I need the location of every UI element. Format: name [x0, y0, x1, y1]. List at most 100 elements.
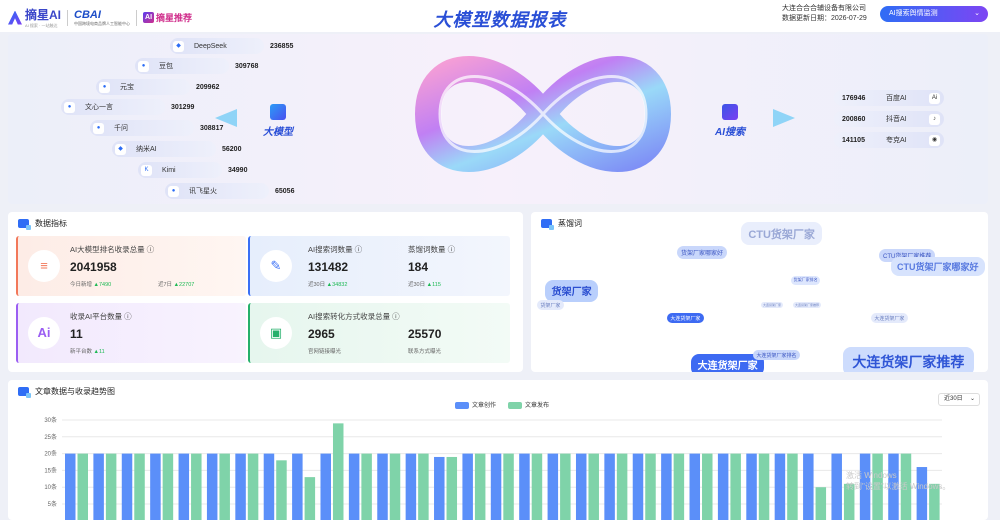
- company-name: 大连合合合辅设备有限公司: [782, 5, 866, 12]
- legend-swatch: [455, 401, 469, 409]
- sub-value: 34832: [332, 282, 348, 288]
- model-count: 34990: [228, 166, 248, 174]
- metric-card-search-words[interactable]: ✎ AI搜索词数量 ⓘ 131482 近30日 ▲34832 蒸馏词数量 ⓘ 1…: [248, 236, 510, 296]
- metric-sub: 近30日 ▲115: [408, 280, 441, 288]
- sub-value: 22707: [179, 282, 195, 288]
- model-name: 纳米AI: [136, 146, 157, 153]
- panel-icon: [18, 387, 31, 398]
- sub-label: 近30日: [408, 282, 426, 288]
- ai-badge-icon: Ai: [28, 317, 60, 349]
- metric-label: 收录AI平台数量 ⓘ: [70, 312, 132, 321]
- document-stack-icon: ≡: [28, 250, 60, 282]
- model-count: 309768: [235, 62, 259, 70]
- metric-label: AI搜索词数量 ⓘ: [308, 245, 363, 254]
- metrics-panel: 数据指标 ≡ AI大模型排名收录总量 ⓘ 2041958 今日新增 ▲7490 …: [8, 212, 523, 372]
- metric-value-2: 25570: [408, 327, 442, 341]
- legend-label: 文章创作: [472, 403, 497, 409]
- platform-count: 200860: [842, 115, 866, 123]
- metric-card-platforms[interactable]: Ai 收录AI平台数量 ⓘ 11 新平台数 ▲11: [16, 303, 246, 363]
- range-select-value: 近30日: [944, 396, 963, 402]
- metric-sub: 今日新增 ▲7490: [70, 280, 111, 288]
- hero-banner: ◆ DeepSeek 236855 ● 豆包 309768 ● 元宝 209962 ● 文心一言 30…: [8, 34, 988, 204]
- model-pill[interactable]: ● 文心一言 301299: [61, 99, 194, 115]
- platform-logo-icon: Ai: [929, 92, 940, 104]
- platform-name: 百度AI: [886, 95, 907, 102]
- update-date: 数据更新日期：2026-07-29: [782, 15, 867, 22]
- chevron-down-icon: ⌄: [969, 396, 975, 402]
- platform-name: 夸克AI: [886, 137, 907, 144]
- company-info: 大连合合合辅设备有限公司 数据更新日期：2026-07-29: [782, 4, 867, 24]
- model-name: Kimi: [162, 166, 176, 174]
- panel-icon: [18, 219, 31, 230]
- model-pill[interactable]: ● 豆包 309768: [135, 58, 258, 74]
- chart-legend: 文章创作 文章发布: [455, 400, 549, 409]
- sub-label: 近30日: [308, 282, 326, 288]
- ai-monitor-dropdown[interactable]: AI搜索舆情监测 ⌄: [880, 6, 988, 22]
- legend-item-series-2[interactable]: 文章发布: [508, 400, 549, 409]
- edit-pen-icon: ✎: [260, 250, 292, 282]
- metric-value: 2041958: [70, 260, 117, 274]
- platform-count: 141105: [842, 136, 865, 144]
- ai-search-icon: [722, 104, 738, 120]
- search-platform-pill[interactable]: 200860 抖音AI ♪: [834, 111, 944, 127]
- keyword-tag[interactable]: 大连货架厂家推荐: [843, 347, 974, 372]
- metric-sub: 近7日 ▲22707: [158, 280, 194, 288]
- keyword-tag[interactable]: 大连货架厂家: [761, 302, 784, 308]
- metric-card-conversion[interactable]: ▣ AI搜索转化方式收录总量 ⓘ 2965 官网链接曝光 25570 联系方式曝…: [248, 303, 510, 363]
- model-pill[interactable]: ● 元宝 209962: [96, 79, 219, 95]
- keyword-tag[interactable]: 大连货架厂家: [871, 313, 908, 324]
- metric-sub: 官网链接曝光: [308, 349, 342, 355]
- llm-label: 大模型: [256, 104, 300, 138]
- keyword-tag[interactable]: 货架厂家哪家好: [677, 246, 728, 259]
- keyword-tag[interactable]: 货架厂家: [537, 300, 564, 311]
- trend-panel-title: 文章数据与收录趋势图: [18, 386, 115, 398]
- metric-value: 2965: [308, 327, 335, 341]
- ai-search-label-text: AI搜索: [715, 127, 745, 138]
- keyword-tag[interactable]: CTU货架厂家哪家好: [891, 257, 985, 276]
- keyword-tag[interactable]: 大连货架厂家排名: [753, 350, 800, 361]
- model-logo-icon: ◆: [115, 143, 126, 155]
- model-logo-icon: ◆: [173, 40, 184, 52]
- keyword-tag[interactable]: 货架厂家: [545, 280, 599, 302]
- model-name: 元宝: [120, 84, 134, 91]
- metric-label: AI大模型排名收录总量 ⓘ: [70, 245, 155, 254]
- keyword-tag[interactable]: 大连货架厂家推荐: [793, 302, 822, 308]
- sub-label: 今日新增: [70, 282, 93, 288]
- keyword-tag[interactable]: 大连货架厂家: [667, 313, 704, 324]
- model-pill[interactable]: ● 讯飞星火 65056: [165, 183, 294, 199]
- range-select[interactable]: 近30日 ⌄: [938, 393, 980, 406]
- keyword-tag[interactable]: 货架厂家排名: [791, 276, 821, 285]
- keywords-panel: 蒸馏词 CTU货架厂家货架厂家哪家好CTU货架厂家推荐CTU货架厂家哪家好货架厂…: [531, 212, 988, 372]
- metric-sub: 近30日 ▲34832: [308, 280, 347, 288]
- metric-sub: 联系方式曝光: [408, 349, 442, 355]
- metric-value: 131482: [308, 260, 349, 274]
- sub-value: 7490: [99, 282, 112, 288]
- sub-label: 新平台数: [70, 349, 93, 355]
- model-pill[interactable]: ◆ 纳米AI 56200: [112, 141, 241, 157]
- model-pill[interactable]: ● 千问 308817: [90, 120, 223, 136]
- platform-count: 176946: [842, 94, 866, 102]
- legend-swatch: [508, 401, 523, 409]
- chevron-down-icon: ⌄: [974, 10, 980, 17]
- search-platform-pill[interactable]: 141105 夸克AI ◉: [834, 132, 944, 148]
- model-pill[interactable]: K Kimi 34990: [138, 162, 247, 178]
- model-pill[interactable]: ◆ DeepSeek 236855: [170, 38, 293, 54]
- platform-logo-icon: ♪: [929, 113, 940, 125]
- model-logo-icon: ●: [168, 185, 179, 197]
- model-name: 文心一言: [85, 104, 113, 111]
- metrics-title-text: 数据指标: [35, 219, 67, 228]
- ai-search-label: AI搜索: [708, 104, 752, 138]
- model-name: DeepSeek: [194, 42, 227, 50]
- keyword-tag[interactable]: CTU货架厂家: [741, 222, 823, 246]
- model-count: 209962: [196, 83, 220, 91]
- search-platform-pill[interactable]: 176946 百度AI Ai: [834, 90, 944, 106]
- model-count: 56200: [222, 145, 242, 153]
- header-bar: 摘星AI AI 搜索 · 一站触达 CBAI 中国跨境电商品牌人工智能中心 AI…: [0, 0, 1000, 32]
- metric-card-rank[interactable]: ≡ AI大模型排名收录总量 ⓘ 2041958 今日新增 ▲7490 近7日 ▲…: [16, 236, 246, 296]
- model-name: 千问: [114, 125, 128, 132]
- legend-item-series-1[interactable]: 文章创作: [455, 400, 496, 409]
- watermark-line-1: 激活 Windows: [846, 471, 897, 480]
- legend-label: 文章发布: [525, 403, 550, 409]
- watermark-line-2: 转到"设置"以激活 Windows。: [846, 482, 951, 491]
- keywords-panel-title: 蒸馏词: [541, 218, 582, 230]
